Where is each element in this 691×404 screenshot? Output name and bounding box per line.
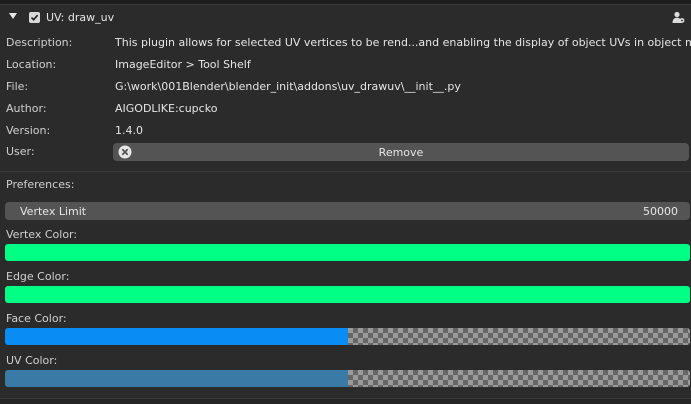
section-divider: [0, 171, 691, 172]
description-label: Description:: [6, 36, 73, 49]
face-color-fill: [5, 328, 348, 345]
uv-color-alpha: [348, 370, 690, 387]
vertex-limit-label: Vertex Limit: [20, 205, 87, 218]
edge-color-swatch[interactable]: [5, 286, 690, 303]
edge-color-label: Edge Color:: [6, 270, 70, 283]
vertex-color-label: Vertex Color:: [6, 228, 78, 241]
vertex-color-swatch[interactable]: [5, 244, 690, 261]
preferences-label: Preferences:: [6, 178, 75, 191]
location-label: Location:: [6, 58, 57, 71]
info-row-location: Location: ImageEditor > Tool Shelf: [0, 55, 691, 75]
info-row-version: Version: 1.4.0: [0, 121, 691, 141]
location-value: ImageEditor > Tool Shelf: [115, 58, 251, 71]
info-row-description: Description: This plugin allows for sele…: [0, 33, 691, 53]
checkmark-icon: [30, 14, 39, 21]
version-value: 1.4.0: [115, 124, 143, 137]
version-label: Version:: [6, 124, 51, 137]
addon-panel: UV: draw_uv Description: This plugin all…: [0, 4, 691, 404]
remove-button[interactable]: Remove: [113, 143, 689, 161]
enable-checkbox[interactable]: [29, 12, 40, 23]
remove-button-label: Remove: [378, 146, 424, 159]
info-row-user: User: Remove: [0, 142, 691, 162]
triangle-down-icon[interactable]: [9, 13, 17, 19]
uv-color-label: UV Color:: [6, 354, 58, 367]
author-value: AIGODLIKE:cupcko: [115, 102, 218, 115]
edge-color-fill: [5, 286, 690, 303]
vertex-limit-value: 50000: [643, 205, 678, 218]
vertex-color-fill: [5, 244, 690, 261]
addon-header[interactable]: UV: draw_uv: [0, 5, 691, 31]
face-color-alpha: [348, 328, 690, 345]
user-icon: [672, 11, 685, 23]
uv-color-fill: [5, 370, 348, 387]
file-label: File:: [6, 80, 29, 93]
info-row-author: Author: AIGODLIKE:cupcko: [0, 99, 691, 119]
vertex-limit-slider[interactable]: Vertex Limit 50000: [5, 202, 690, 220]
author-label: Author:: [6, 102, 47, 115]
bottom-panel-edge: [0, 398, 691, 404]
uv-color-swatch[interactable]: [5, 370, 690, 387]
addon-title: UV: draw_uv: [46, 11, 115, 24]
user-label: User:: [6, 145, 35, 158]
info-row-file: File: G:\work\001Blender\blender_init\ad…: [0, 77, 691, 97]
face-color-swatch[interactable]: [5, 328, 690, 345]
face-color-label: Face Color:: [6, 312, 67, 325]
description-value: This plugin allows for selected UV verti…: [115, 36, 691, 49]
file-value: G:\work\001Blender\blender_init\addons\u…: [115, 80, 461, 93]
